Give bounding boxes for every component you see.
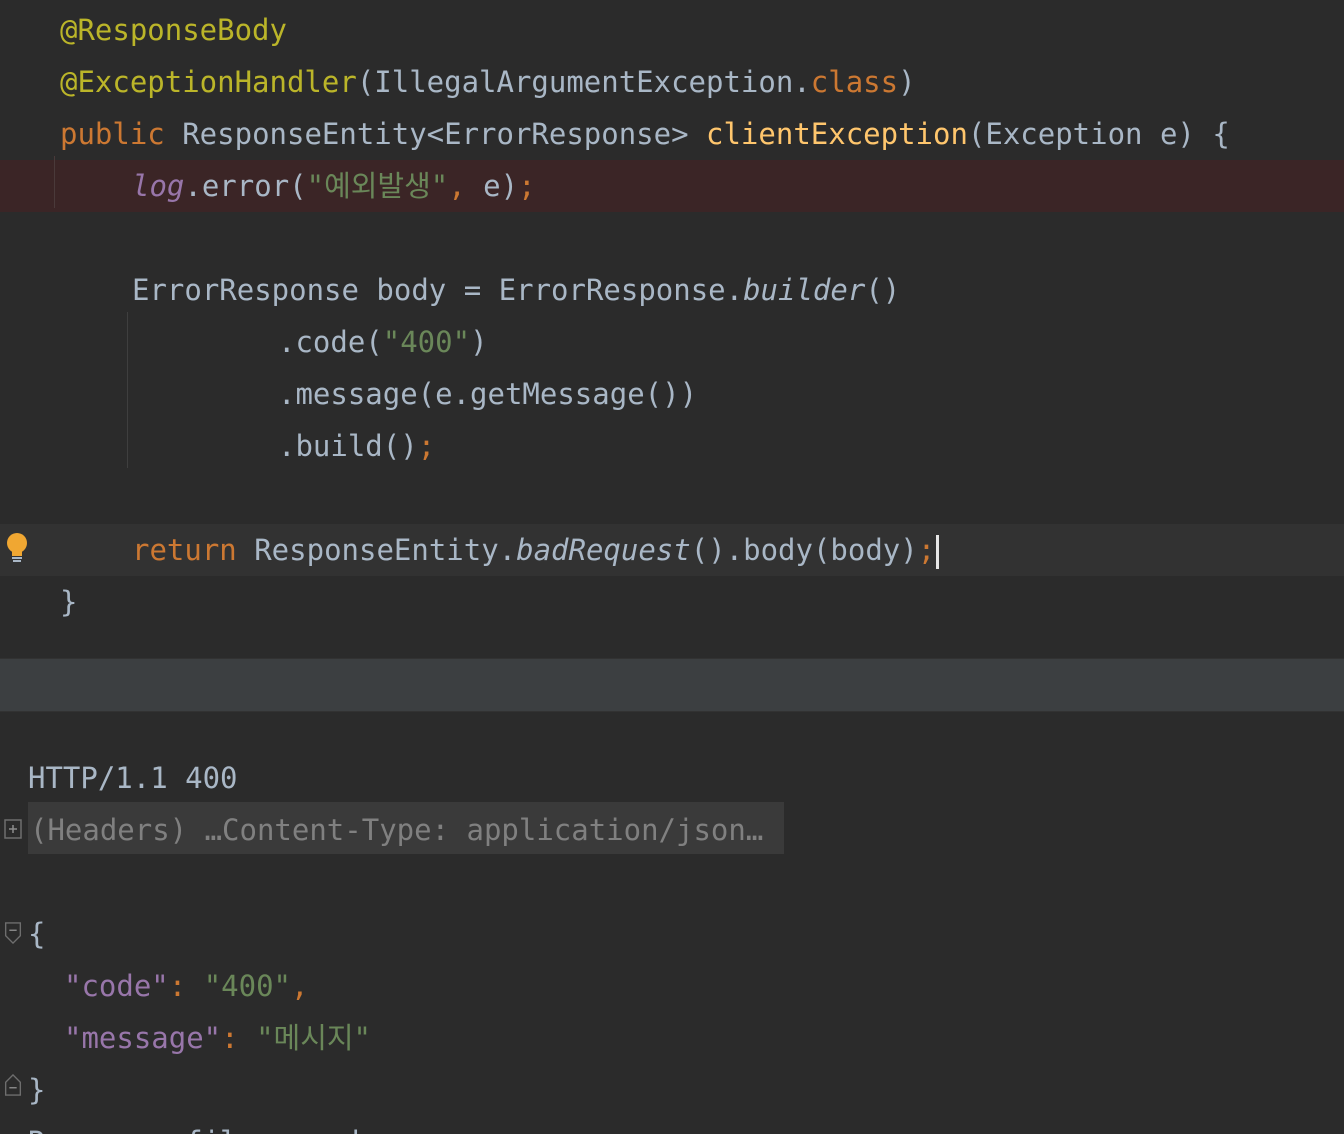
method-params: (Exception e) { [967, 117, 1230, 151]
build-call: .build() [278, 429, 418, 463]
code-line-7[interactable]: .code("400") [0, 316, 1344, 368]
json-colon: : [221, 1021, 257, 1055]
annotation-exception-handler: @ExceptionHandler [60, 65, 357, 99]
json-comma: , [291, 969, 309, 1003]
code-line-4-error-highlight[interactable]: log.error("예외발생", e); [0, 160, 1344, 212]
builder-parens: () [865, 273, 901, 307]
json-value-message: "메시지" [256, 1021, 372, 1055]
http-response-viewer[interactable]: HTTP/1.1 400 (Headers) …Content-Type: ap… [0, 712, 1344, 1134]
headers-line[interactable]: (Headers) …Content-Type: application/jso… [0, 804, 780, 856]
response-footer-text: Response file saved. [28, 1116, 377, 1134]
log-error-call: .error( [184, 169, 307, 203]
code-line-8[interactable]: .message(e.getMessage()) [0, 368, 1344, 420]
status-text: HTTP/1.1 400 [28, 761, 238, 795]
json-open-brace: { [28, 917, 46, 951]
code-value-string: "400" [382, 325, 471, 359]
code-line-2[interactable]: @ExceptionHandler(IllegalArgumentExcepti… [0, 56, 1344, 108]
json-key-message: "message" [64, 1021, 222, 1055]
response-footer-line: Response file saved. [0, 1116, 1344, 1134]
class-keyword: class [810, 65, 899, 99]
lightbulb-icon[interactable] [4, 532, 30, 564]
headers-collapsed-text[interactable]: (Headers) …Content-Type: application/jso… [30, 804, 763, 856]
json-close-brace: } [28, 1073, 46, 1107]
json-key-code: "code" [64, 969, 169, 1003]
closing-brace: } [60, 585, 78, 619]
return-keyword: return [132, 533, 237, 567]
response-entity-ref: ResponseEntity. [236, 533, 517, 567]
gutter-separator [54, 156, 55, 208]
body-call: ().body(body) [690, 533, 918, 567]
json-code-line: "code": "400", [0, 960, 1344, 1012]
code-line-1[interactable]: @ResponseBody [0, 4, 1344, 56]
body-declaration: ErrorResponse body = ErrorResponse. [132, 273, 744, 307]
paren-open: ( [356, 65, 375, 99]
json-open-line: { [0, 908, 1344, 960]
code-line-6[interactable]: ErrorResponse body = ErrorResponse.build… [0, 264, 1344, 316]
builder-method: builder [743, 273, 866, 307]
log-message-string: "예외발생" [306, 169, 449, 203]
code-line-9[interactable]: .build(); [0, 420, 1344, 472]
semicolon: ; [518, 169, 536, 203]
message-call: .message(e.getMessage()) [278, 377, 698, 411]
json-close-line: } [0, 1064, 1344, 1116]
code-editor[interactable]: @ResponseBody @ExceptionHandler(IllegalA… [0, 0, 1344, 658]
semicolon: ; [917, 533, 936, 567]
code-line-11-current[interactable]: return ResponseEntity.badRequest().body(… [0, 524, 1344, 576]
json-colon: : [168, 969, 204, 1003]
annotation-response-body: @ResponseBody [60, 13, 287, 47]
json-value-code: "400" [203, 969, 291, 1003]
code-line-3[interactable]: public ResponseEntity<ErrorResponse> cli… [0, 108, 1344, 160]
method-name: clientException [706, 117, 968, 151]
log-field: log [132, 169, 185, 203]
code-call: .code( [278, 325, 383, 359]
log-error-arg: e) [465, 169, 519, 203]
json-message-line: "message": "메시지" [0, 1012, 1344, 1064]
code-line-12[interactable]: } [0, 576, 1344, 628]
paren-close: ) [898, 65, 916, 99]
exception-class-ref: IllegalArgumentException. [374, 65, 811, 99]
pane-divider[interactable] [0, 658, 1344, 712]
bad-request-method: badRequest [516, 533, 691, 567]
public-keyword: public [60, 117, 165, 151]
semicolon: ; [417, 429, 436, 463]
code-call-close: ) [470, 325, 488, 359]
return-type: ResponseEntity<ErrorResponse> [164, 117, 707, 151]
response-status-line: HTTP/1.1 400 [0, 752, 1344, 804]
text-caret [936, 535, 940, 569]
comma: , [448, 169, 466, 203]
